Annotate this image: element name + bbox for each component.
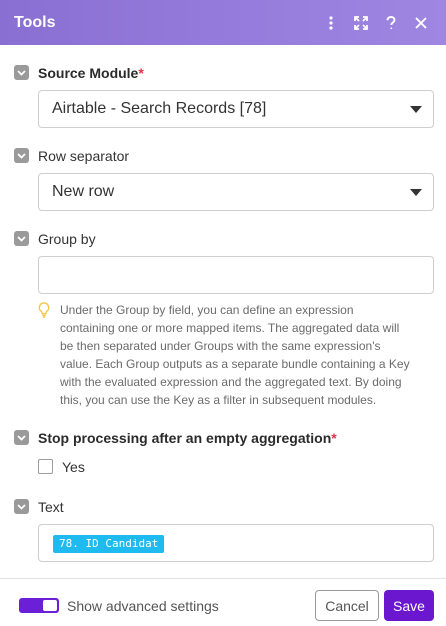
stop-processing-checkbox[interactable] [38, 459, 53, 474]
source-module-label: Source Module* [38, 65, 144, 81]
hint-text: Under the Group by field, you can define… [60, 301, 436, 409]
advanced-settings-toggle[interactable] [19, 598, 59, 613]
hint-line: Under the Group by field, you can define… [60, 303, 354, 317]
toggle-knob [43, 600, 57, 611]
group-by-label: Group by [38, 231, 96, 247]
hint-line: this, you can use the Key as a filter in… [60, 393, 377, 407]
mapped-item-pill[interactable]: 78. ID Candidat [53, 535, 165, 553]
stop-processing-label-text: Stop processing after an empty aggregati… [38, 430, 332, 446]
row-separator-label: Row separator [38, 148, 130, 164]
row-separator-value: New row [52, 183, 115, 200]
text-collapse-toggle[interactable] [14, 499, 29, 514]
group-by-collapse-toggle[interactable] [14, 231, 29, 246]
source-module-label-text: Source Module [38, 65, 139, 81]
hint-line: be then separated under Groups with the … [60, 339, 381, 353]
required-marker: * [138, 65, 144, 81]
source-module-select[interactable]: Airtable - Search Records [78] [38, 90, 434, 128]
panel-footer: Show advanced settings Cancel Save [0, 578, 446, 626]
advanced-settings-label[interactable]: Show advanced settings [67, 598, 219, 614]
source-module-collapse-toggle[interactable] [14, 65, 29, 80]
hint-line: containing one or more mapped items. The… [60, 321, 400, 335]
save-button[interactable]: Save [384, 590, 434, 621]
row-separator-collapse-toggle[interactable] [14, 148, 29, 163]
row-separator-select[interactable]: New row [38, 173, 434, 211]
group-by-input[interactable] [38, 256, 434, 294]
help-icon[interactable] [380, 12, 402, 34]
text-input[interactable]: 78. ID Candidat [38, 524, 434, 562]
close-icon[interactable] [410, 12, 432, 34]
panel-header: Tools [0, 0, 446, 45]
stop-processing-label: Stop processing after an empty aggregati… [38, 430, 337, 446]
stop-processing-checkbox-label[interactable]: Yes [62, 459, 85, 475]
panel-content: Source Module* Airtable - Search Records… [0, 45, 446, 578]
stop-processing-collapse-toggle[interactable] [14, 430, 29, 445]
source-module-value: Airtable - Search Records [78] [52, 100, 267, 117]
hint-line: with the evaluated expression and the ag… [60, 375, 402, 389]
hint-line: value. Each Group outputs as a separate … [60, 357, 410, 371]
text-label: Text [38, 499, 64, 515]
expand-icon[interactable] [350, 12, 372, 34]
lightbulb-icon [38, 302, 50, 323]
chevron-down-icon [410, 189, 422, 196]
required-marker: * [331, 430, 337, 446]
chevron-down-icon [410, 106, 422, 113]
more-vertical-icon[interactable] [320, 12, 342, 34]
panel-title: Tools [14, 13, 56, 31]
cancel-button[interactable]: Cancel [315, 590, 379, 621]
